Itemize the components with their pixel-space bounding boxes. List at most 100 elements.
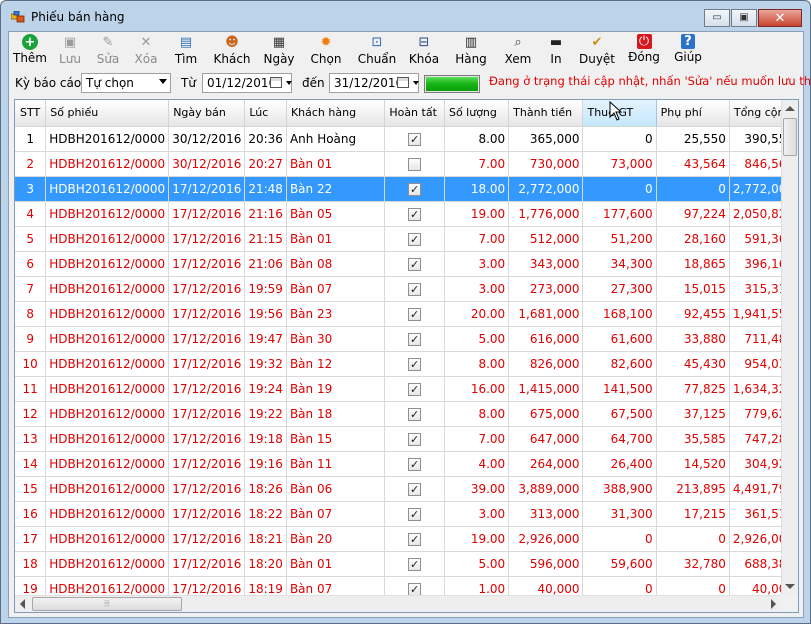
vertical-scroll-thumb[interactable]: [783, 118, 797, 156]
cell-ngay-ban[interactable]: 17/12/2016: [168, 501, 246, 527]
cell-luc[interactable]: 19:18: [244, 426, 287, 452]
cell-ngay-ban[interactable]: 17/12/2016: [168, 426, 246, 452]
cell-khach-hang[interactable]: Bàn 07: [286, 276, 386, 302]
cell-phu-phi[interactable]: 32,780: [656, 551, 730, 577]
cell-khach-hang[interactable]: Bàn 05: [286, 201, 386, 227]
cell-phu-phi[interactable]: 17,215: [656, 501, 730, 527]
cell-luc[interactable]: 18:22: [244, 501, 287, 527]
checked-checkbox[interactable]: ✓: [408, 207, 422, 221]
checked-checkbox[interactable]: ✓: [408, 307, 422, 321]
cell-ngay-ban[interactable]: 17/12/2016: [168, 201, 246, 227]
cell-so-luong[interactable]: 16.00: [444, 376, 510, 402]
cell-stt[interactable]: 13: [15, 426, 47, 452]
cell-ngay-ban[interactable]: 30/12/2016: [168, 126, 246, 152]
cell-so-phieu[interactable]: HDBH201612/0000: [45, 251, 170, 277]
cell-so-luong[interactable]: 7.00: [444, 426, 510, 452]
period-select[interactable]: Tự chọn: [81, 73, 171, 93]
cell-phu-phi[interactable]: 37,125: [656, 401, 730, 427]
vertical-scrollbar[interactable]: [781, 100, 798, 595]
table-row[interactable]: 2 HDBH201612/0000 30/12/2016 20:27 Bàn 01 7.0…: [15, 151, 798, 177]
cell-so-phieu[interactable]: HDBH201612/0000: [45, 426, 170, 452]
checked-checkbox[interactable]: ✓: [408, 232, 422, 246]
cell-stt[interactable]: 2: [15, 151, 47, 177]
cell-so-phieu[interactable]: HDBH201612/0000: [45, 201, 170, 227]
cell-stt[interactable]: 1: [15, 126, 47, 152]
cell-stt[interactable]: 12: [15, 401, 47, 427]
cell-so-phieu[interactable]: HDBH201612/0000: [45, 526, 170, 552]
cell-thanh-tien[interactable]: 343,000: [508, 251, 584, 277]
cell-so-phieu[interactable]: HDBH201612/0000: [45, 376, 170, 402]
cell-phu-phi[interactable]: 45,430: [656, 351, 730, 377]
cell-thue[interactable]: 388,900: [582, 476, 657, 502]
cell-khach-hang[interactable]: Bàn 19: [286, 376, 386, 402]
cell-luc[interactable]: 19:32: [244, 351, 287, 377]
table-row[interactable]: 13 HDBH201612/0000 17/12/2016 19:18 Bàn 15 ✓ 7…: [15, 426, 798, 452]
column-header[interactable]: STT: [15, 100, 47, 127]
cell-thanh-tien[interactable]: 675,000: [508, 401, 584, 427]
cell-so-luong[interactable]: 4.00: [444, 451, 510, 477]
cell-thue[interactable]: 0: [582, 526, 657, 552]
cell-stt[interactable]: 9: [15, 326, 47, 352]
cell-so-phieu[interactable]: HDBH201612/0000: [45, 476, 170, 502]
cell-thue[interactable]: 82,600: [582, 351, 657, 377]
cell-so-luong[interactable]: 39.00: [444, 476, 510, 502]
in-button[interactable]: ▬ In: [539, 32, 573, 70]
cell-khach-hang[interactable]: Bàn 08: [286, 251, 386, 277]
cell-stt[interactable]: 6: [15, 251, 47, 277]
cell-so-luong[interactable]: 3.00: [444, 251, 510, 277]
cell-thue[interactable]: 168,100: [582, 301, 657, 327]
cell-stt[interactable]: 5: [15, 226, 47, 252]
cell-so-luong[interactable]: 7.00: [444, 226, 510, 252]
cell-luc[interactable]: 20:36: [244, 126, 287, 152]
maximize-button[interactable]: ▣: [731, 9, 757, 27]
cell-thue[interactable]: 51,200: [582, 226, 657, 252]
table-row[interactable]: 6 HDBH201612/0000 17/12/2016 21:06 Bàn 08 ✓ 3.…: [15, 251, 798, 277]
cell-thanh-tien[interactable]: 2,772,000: [508, 176, 584, 202]
them-button[interactable]: + Thêm: [9, 32, 51, 70]
duyet-button[interactable]: ✔ Duyệt: [573, 32, 621, 70]
checked-checkbox[interactable]: ✓: [408, 457, 422, 471]
cell-thanh-tien[interactable]: 313,000: [508, 501, 584, 527]
table-row[interactable]: 14 HDBH201612/0000 17/12/2016 19:16 Bàn 11 ✓ 4…: [15, 451, 798, 477]
cell-thanh-tien[interactable]: 365,000: [508, 126, 584, 152]
khoa-button[interactable]: ⊟ Khóa: [403, 32, 445, 70]
cell-luc[interactable]: 19:16: [244, 451, 287, 477]
cell-thanh-tien[interactable]: 647,000: [508, 426, 584, 452]
checked-checkbox[interactable]: ✓: [408, 182, 422, 196]
tim-button[interactable]: ▤ Tìm: [165, 32, 207, 70]
table-row[interactable]: 9 HDBH201612/0000 17/12/2016 19:47 Bàn 30 ✓ 5.…: [15, 326, 798, 352]
cell-khach-hang[interactable]: Bàn 23: [286, 301, 386, 327]
cell-ngay-ban[interactable]: 17/12/2016: [168, 526, 246, 552]
column-header[interactable]: Lúc: [244, 100, 287, 127]
cell-stt[interactable]: 7: [15, 276, 47, 302]
checked-checkbox[interactable]: ✓: [408, 357, 422, 371]
cell-ngay-ban[interactable]: 17/12/2016: [168, 551, 246, 577]
cell-luc[interactable]: 21:15: [244, 226, 287, 252]
cell-luc[interactable]: 18:21: [244, 526, 287, 552]
cell-thanh-tien[interactable]: 3,889,000: [508, 476, 584, 502]
cell-stt[interactable]: 17: [15, 526, 47, 552]
cell-thue[interactable]: 141,500: [582, 376, 657, 402]
scroll-right-icon[interactable]: [771, 599, 776, 609]
cell-thanh-tien[interactable]: 730,000: [508, 151, 584, 177]
cell-stt[interactable]: 11: [15, 376, 47, 402]
table-row[interactable]: 3 HDBH201612/0000 17/12/2016 21:48 Bàn 22 ✓ 18…: [15, 176, 798, 202]
cell-so-luong[interactable]: 7.00: [444, 151, 510, 177]
cell-khach-hang[interactable]: Bàn 18: [286, 401, 386, 427]
cell-so-phieu[interactable]: HDBH201612/0000: [45, 301, 170, 327]
unchecked-checkbox[interactable]: [408, 157, 422, 171]
cell-so-luong[interactable]: 3.00: [444, 276, 510, 302]
cell-thanh-tien[interactable]: 1,776,000: [508, 201, 584, 227]
title-bar[interactable]: Phiếu bán hàng ▭ ▣ ✕: [1, 1, 810, 31]
cell-ngay-ban[interactable]: 17/12/2016: [168, 326, 246, 352]
table-row[interactable]: 10 HDBH201612/0000 17/12/2016 19:32 Bàn 12 ✓ 8…: [15, 351, 798, 377]
cell-so-luong[interactable]: 19.00: [444, 201, 510, 227]
cell-so-phieu[interactable]: HDBH201612/0000: [45, 276, 170, 302]
cell-phu-phi[interactable]: 0: [656, 526, 730, 552]
cell-so-phieu[interactable]: HDBH201612/0000: [45, 451, 170, 477]
column-header[interactable]: Ngày bán: [168, 100, 246, 127]
table-row[interactable]: 4 HDBH201612/0000 17/12/2016 21:16 Bàn 05 ✓ 19…: [15, 201, 798, 227]
cell-luc[interactable]: 19:47: [244, 326, 287, 352]
cell-phu-phi[interactable]: 25,550: [656, 126, 730, 152]
horizontal-scroll-thumb[interactable]: ⦙⦙⦙: [32, 597, 182, 611]
